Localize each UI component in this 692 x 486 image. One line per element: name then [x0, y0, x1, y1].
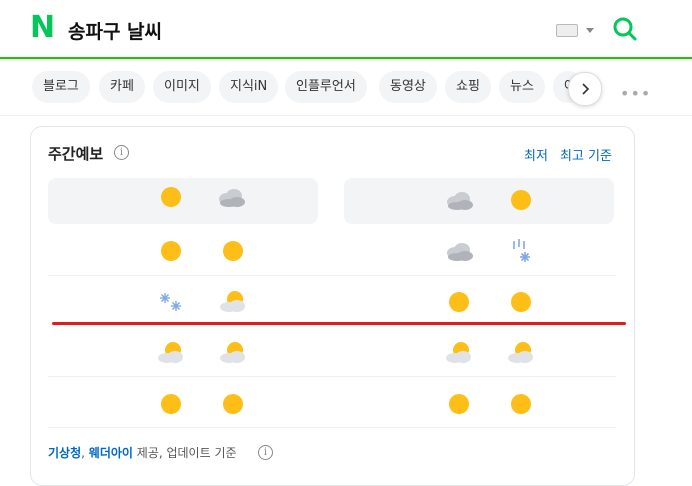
tab-video[interactable]: 동영상 — [379, 71, 437, 103]
snow-icon — [160, 293, 181, 311]
sep: , — [81, 446, 85, 460]
annotation-underline — [52, 322, 626, 325]
row-divider — [48, 275, 616, 276]
sun-icon — [161, 187, 181, 207]
tab-shopping[interactable]: 쇼핑 — [445, 71, 491, 103]
partly-cloudy-icon — [508, 342, 533, 363]
source-suffix: 제공, 업데이트 기준 — [132, 446, 237, 460]
tab-image[interactable]: 이미지 — [153, 71, 211, 103]
tab-news[interactable]: 뉴스 — [499, 71, 545, 103]
row-divider — [48, 376, 616, 377]
search-header: N 송파구 날씨 — [0, 0, 692, 59]
sun-icon — [449, 292, 469, 312]
cloud-icon — [219, 189, 245, 207]
partly-cloudy-icon — [158, 342, 183, 363]
keyboard-icon[interactable] — [556, 24, 578, 37]
chevron-down-icon[interactable] — [586, 28, 594, 33]
tab-blog[interactable]: 블로그 — [32, 71, 90, 103]
source-info: 기상청, 웨더아이 제공, 업데이트 기준 — [48, 444, 237, 461]
sun-icon — [223, 241, 243, 261]
card-title: 주간예보 — [48, 145, 104, 163]
partly-cloudy-icon — [446, 342, 471, 363]
search-icon[interactable] — [612, 16, 638, 42]
search-tabs: 블로그 카페 이미지 지식iN 인플루언서 동영상 쇼핑 뉴스 어 ••• — [0, 60, 692, 114]
sun-icon — [223, 394, 243, 414]
partly-cloudy-icon — [220, 342, 245, 363]
sun-icon — [161, 394, 181, 414]
more-icon[interactable]: ••• — [620, 84, 651, 103]
sun-icon — [511, 394, 531, 414]
cloud-icon — [447, 192, 473, 210]
tab-influencer[interactable]: 인플루언서 — [285, 71, 367, 103]
row-divider — [48, 427, 616, 428]
sort-low[interactable]: 최저 — [524, 145, 548, 164]
sun-icon — [511, 190, 531, 210]
divider — [0, 115, 692, 116]
tomorrow-highlight — [344, 178, 614, 224]
partly-cloudy-icon — [220, 291, 245, 312]
sun-icon — [449, 394, 469, 414]
sun-icon — [511, 292, 531, 312]
source-link-kma[interactable]: 기상청 — [48, 446, 81, 460]
tab-cafe[interactable]: 카페 — [99, 71, 145, 103]
info-icon[interactable]: i — [258, 445, 273, 460]
source-link-weatheri[interactable]: 웨더아이 — [89, 446, 133, 460]
info-icon[interactable]: i — [114, 145, 129, 160]
sort-high[interactable]: 최고 기준 — [560, 145, 612, 164]
search-query[interactable]: 송파구 날씨 — [68, 17, 162, 44]
naver-logo[interactable]: N — [30, 13, 55, 43]
tab-kin[interactable]: 지식iN — [219, 71, 279, 103]
cloud-icon — [447, 243, 473, 261]
sun-icon — [161, 241, 181, 261]
rain-snow-icon — [513, 239, 530, 262]
chevron-right-icon[interactable] — [568, 72, 602, 106]
